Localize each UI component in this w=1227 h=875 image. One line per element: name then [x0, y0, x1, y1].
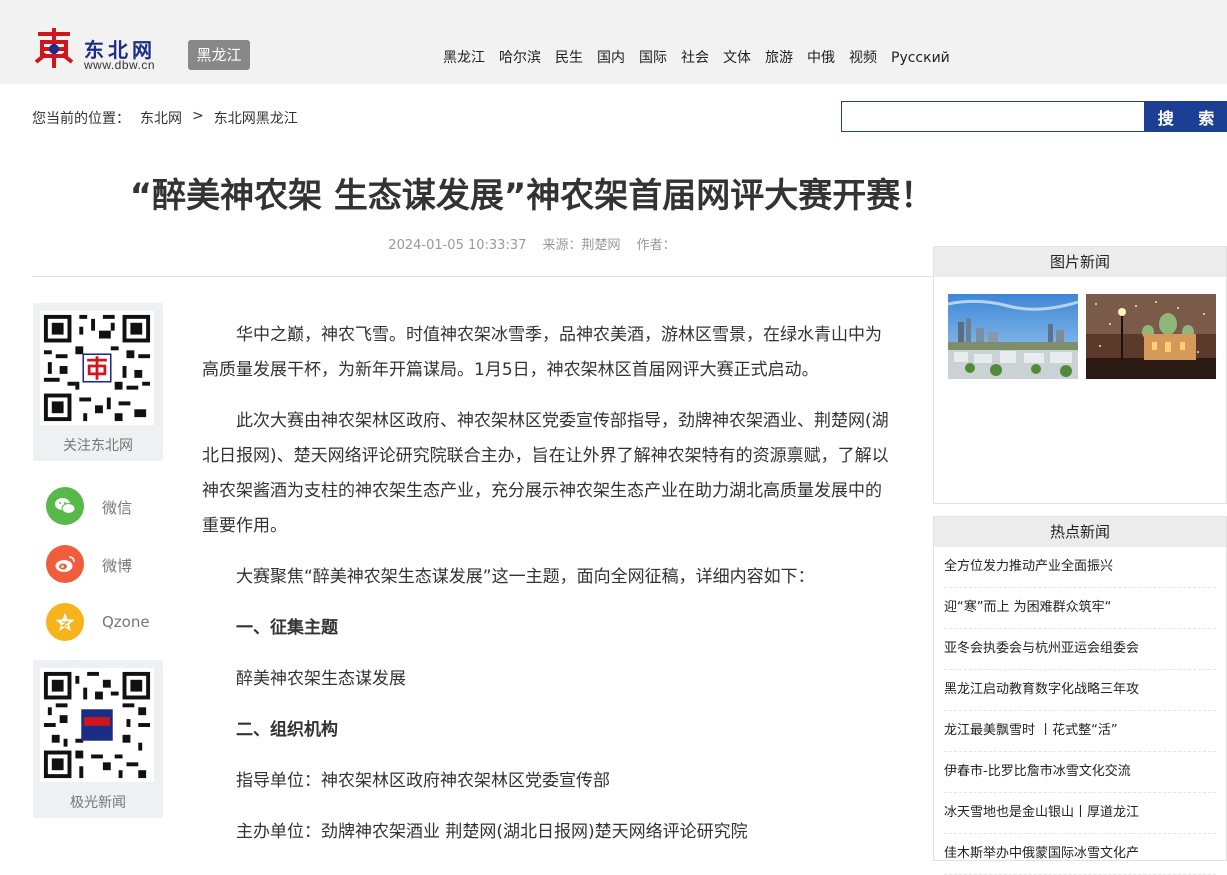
pic-news-title: 图片新闻: [934, 247, 1226, 277]
article-date: 2024-01-05 10:33:37: [388, 238, 527, 253]
hot-news-title: 热点新闻: [934, 517, 1226, 547]
hot-news-box: 热点新闻 全方位发力推动产业全面振兴 迎“寒”而上 为困难群众筑牢“ 亚冬会执委…: [933, 516, 1227, 875]
search-button[interactable]: 搜 索: [1145, 101, 1227, 132]
main-nav: 黑龙江 哈尔滨 民生 国内 国际 社会 文体 旅游 中俄 视频 Русский: [436, 48, 957, 68]
share-label: 微信: [102, 499, 133, 517]
nav-item[interactable]: 视频: [842, 48, 884, 68]
article-paragraph: 主办单位：劲牌神农架酒业 荆楚网(湖北日报网)楚天网络评论研究院: [236, 822, 748, 842]
share-qzone[interactable]: Qzone: [46, 603, 150, 641]
site-header: 东北网 www.dbw.cn 黑龙江 黑龙江 哈尔滨 民生 国内 国际 社会 文…: [0, 0, 1227, 84]
qr-card-jiguang: 极光新闻: [33, 660, 163, 818]
breadcrumb-prefix: 您当前的位置：: [32, 111, 130, 127]
breadcrumb: 您当前的位置： 东北网 > 东北网黑龙江: [32, 108, 298, 128]
nav-item[interactable]: 社会: [674, 48, 716, 68]
nav-item[interactable]: 国际: [632, 48, 674, 68]
nav-item[interactable]: 文体: [716, 48, 758, 68]
nav-item[interactable]: 黑龙江: [436, 48, 492, 68]
breadcrumb-separator: >: [192, 108, 204, 124]
share-wechat[interactable]: 微信: [46, 487, 132, 525]
article-paragraph: 醉美神农架生态谋发展: [236, 669, 406, 689]
wechat-icon[interactable]: [46, 487, 84, 525]
hot-news-item[interactable]: 伊春市-比罗比詹市冰雪文化交流: [944, 752, 1216, 793]
hot-news-item[interactable]: 龙江最美飘雪时 丨花式整“活”: [944, 711, 1216, 752]
nav-item[interactable]: 民生: [548, 48, 590, 68]
qr-label: 极光新闻: [70, 795, 126, 811]
nav-item[interactable]: 哈尔滨: [492, 48, 548, 68]
qr-code-icon: [40, 311, 154, 425]
region-badge[interactable]: 黑龙江: [188, 40, 250, 70]
hot-news-item[interactable]: 迎“寒”而上 为困难群众筑牢“: [944, 588, 1216, 629]
breadcrumb-link[interactable]: 东北网黑龙江: [214, 108, 298, 128]
city-skyline-image: [948, 294, 1078, 379]
qzone-icon[interactable]: [46, 603, 84, 641]
qr-card-dbw: 关注东北网: [33, 303, 163, 461]
hot-news-list: 全方位发力推动产业全面振兴 迎“寒”而上 为困难群众筑牢“ 亚冬会执委会与杭州亚…: [934, 547, 1226, 875]
site-logo[interactable]: 东北网 www.dbw.cn 黑龙江: [32, 26, 252, 74]
hot-news-item[interactable]: 全方位发力推动产业全面振兴: [944, 547, 1216, 588]
article-source: 来源：荆楚网: [542, 238, 621, 253]
nav-item[interactable]: 中俄: [800, 48, 842, 68]
hot-news-item[interactable]: 黑龙江启动教育数字化战略三年攻: [944, 670, 1216, 711]
qr-code-icon: [40, 668, 154, 782]
hot-news-item[interactable]: 佳木斯举办中俄蒙国际冰雪文化产: [944, 834, 1216, 875]
divider: [32, 276, 934, 277]
section-heading: 一、征集主题: [236, 618, 338, 638]
article-title: “醉美神农架 生态谋发展”神农架首届网评大赛开赛！: [129, 176, 935, 216]
share-label: Qzone: [102, 613, 150, 631]
qr-label: 关注东北网: [63, 438, 133, 454]
section-heading: 二、组织机构: [236, 720, 338, 740]
article-body: 华中之巅，神农飞雪。时值神农架冰雪季，品神农美酒，游林区雪景，在绿水青山中为高质…: [202, 318, 892, 866]
article-paragraph: 指导单位：神农架林区政府神农架林区党委宣传部: [236, 771, 610, 791]
pic-news-image-cathedral[interactable]: [1086, 294, 1216, 379]
hot-news-item[interactable]: 冰天雪地也是金山银山丨厚道龙江: [944, 793, 1216, 834]
cathedral-night-image: [1086, 294, 1216, 379]
pic-news-image-city[interactable]: [948, 294, 1078, 379]
nav-item[interactable]: Русский: [884, 48, 957, 68]
nav-item[interactable]: 国内: [590, 48, 632, 68]
logo-url: www.dbw.cn: [84, 58, 156, 72]
logo-mark-icon: [32, 26, 76, 70]
hot-news-item[interactable]: 亚冬会执委会与杭州亚运会组委会: [944, 629, 1216, 670]
article-paragraph: 大赛聚焦“醉美神农架生态谋发展”这一主题，面向全网征稿，详细内容如下：: [236, 567, 815, 587]
breadcrumb-link[interactable]: 东北网: [140, 108, 182, 128]
search-input[interactable]: [841, 101, 1145, 132]
article-author: 作者：: [636, 238, 676, 253]
nav-item[interactable]: 旅游: [758, 48, 800, 68]
weibo-icon[interactable]: [46, 545, 84, 583]
share-label: 微博: [102, 557, 133, 575]
article-meta: 2024-01-05 10:33:37 来源：荆楚网 作者：: [32, 234, 1032, 253]
article-paragraph: 此次大赛由神农架林区政府、神农架林区党委宣传部指导，劲牌神农架酒业、荆楚网(湖北…: [202, 411, 889, 536]
pic-news-box: 图片新闻: [933, 246, 1227, 504]
share-weibo[interactable]: 微博: [46, 545, 132, 583]
article-paragraph: 华中之巅，神农飞雪。时值神农架冰雪季，品神农美酒，游林区雪景，在绿水青山中为高质…: [202, 325, 882, 380]
